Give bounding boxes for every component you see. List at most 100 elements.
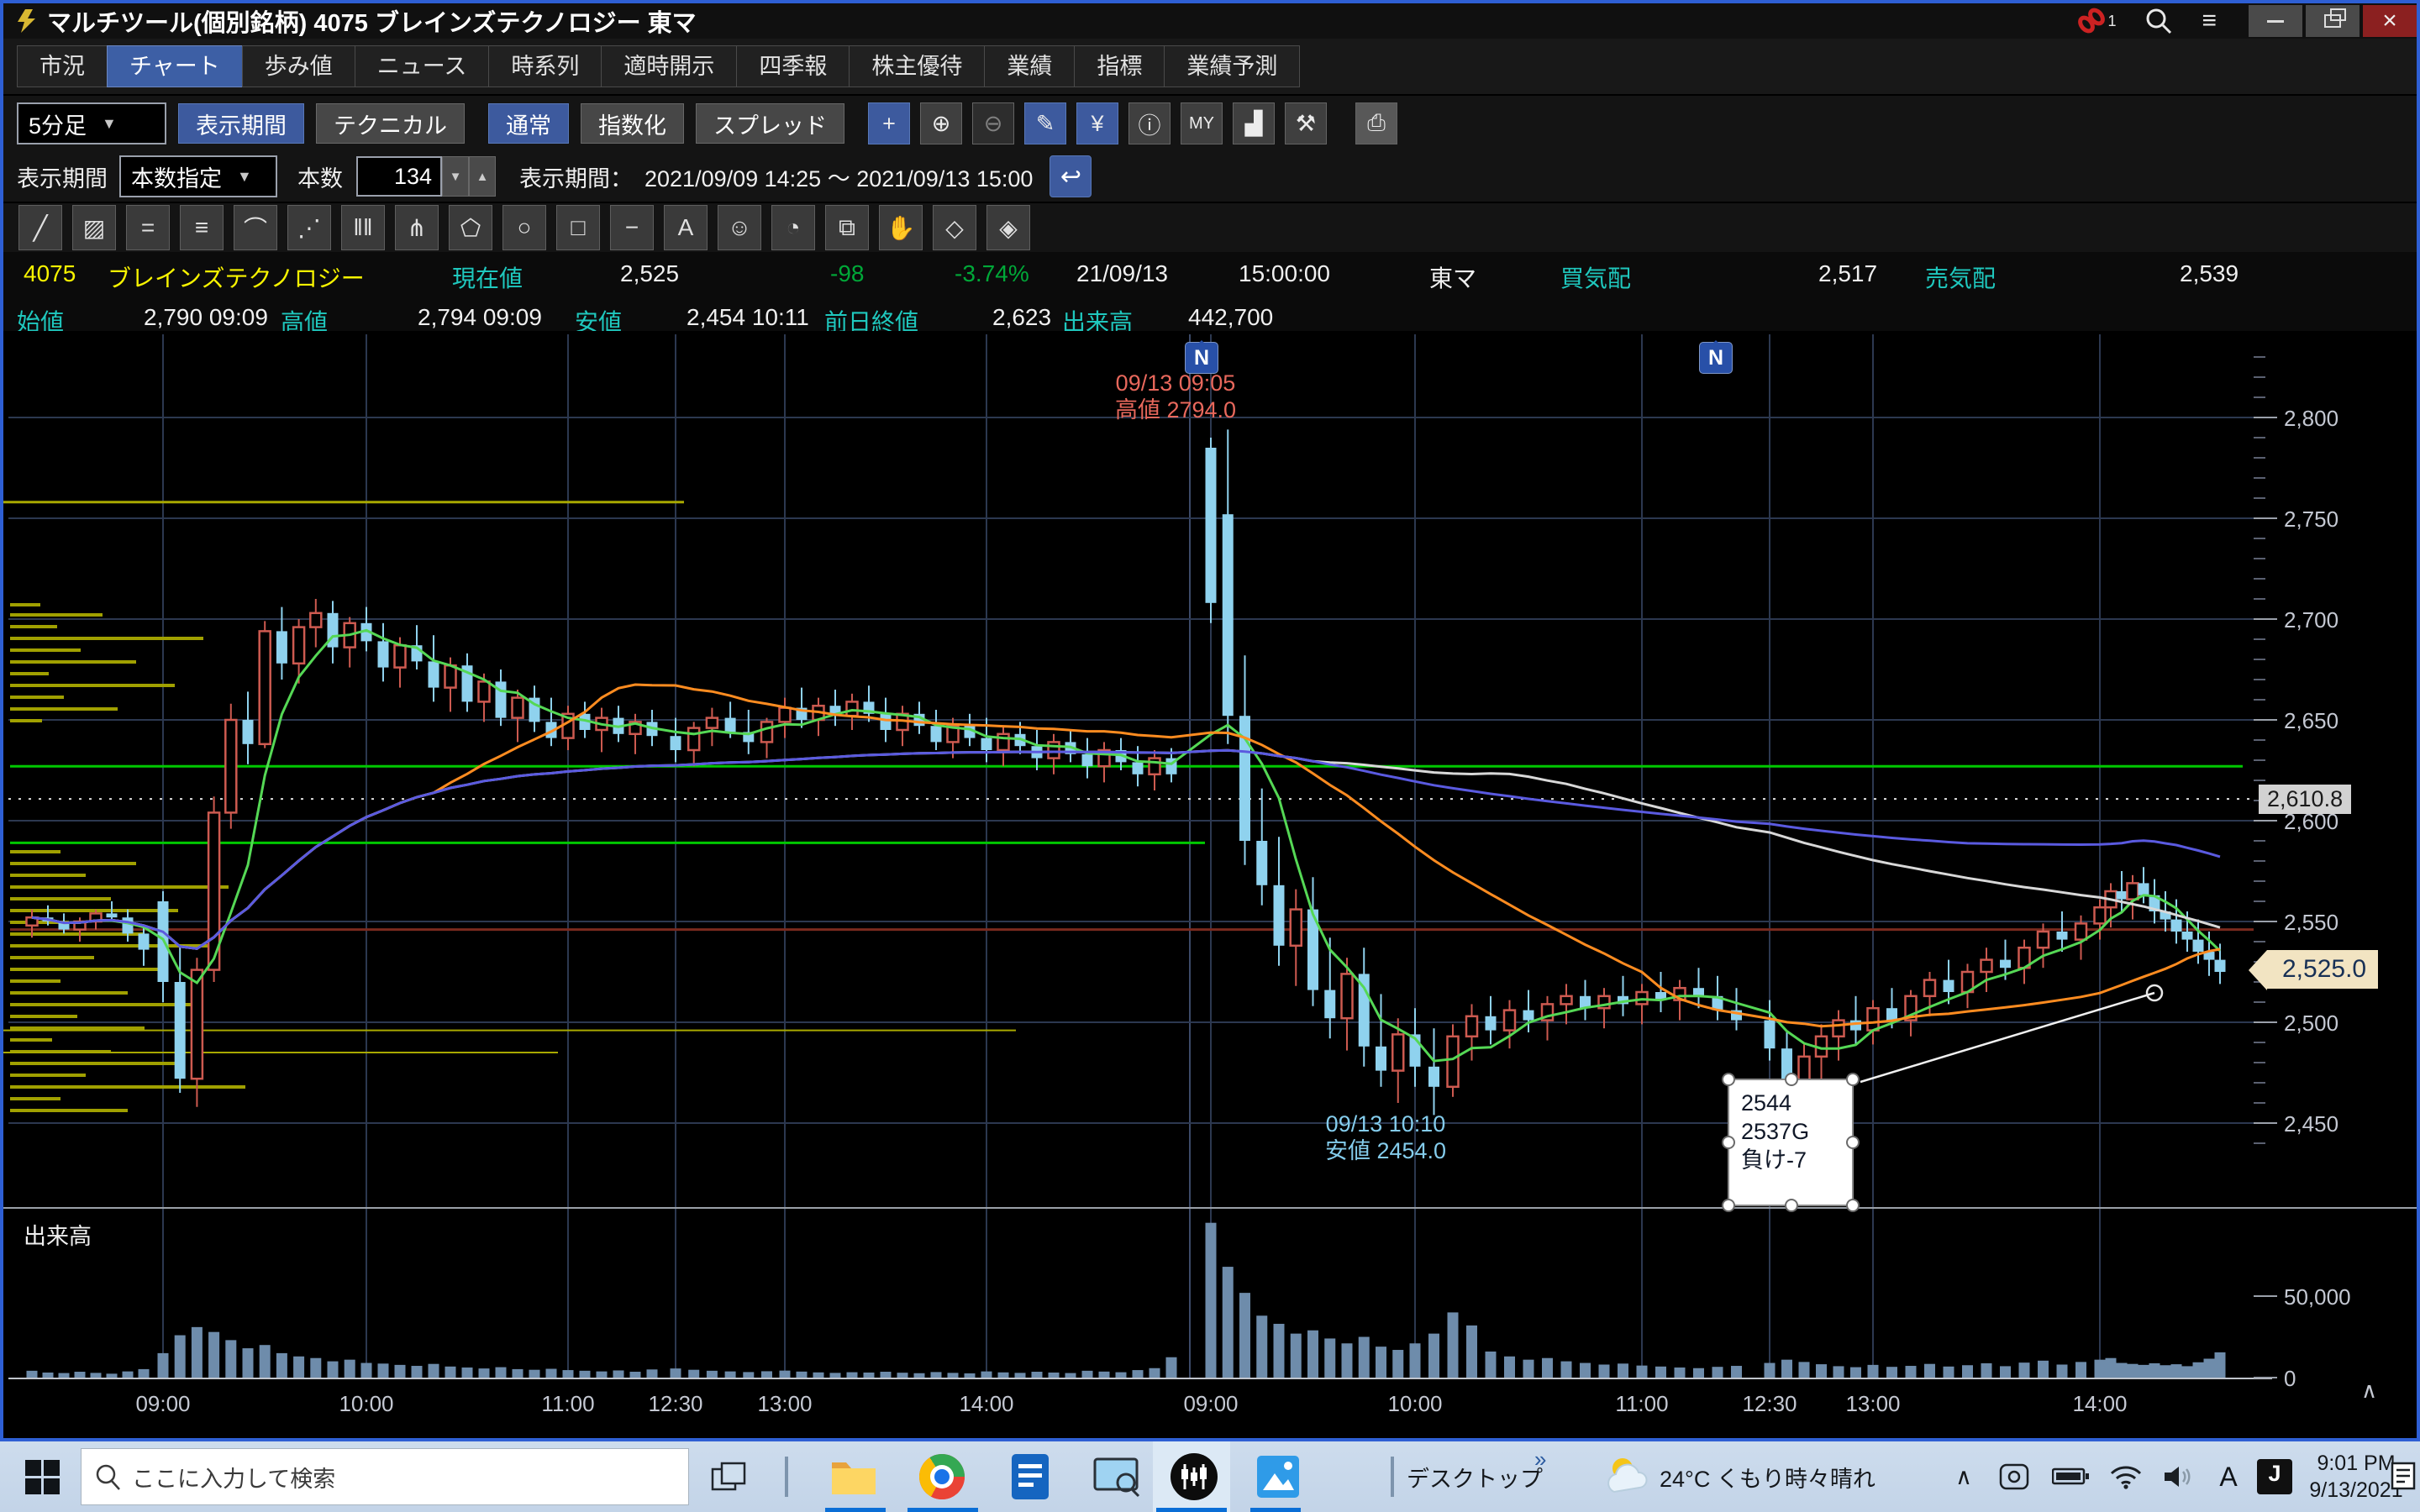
- task-view-button[interactable]: [706, 1441, 753, 1512]
- ellipse-tool[interactable]: ○: [502, 205, 546, 250]
- rectangle-tool[interactable]: □: [556, 205, 600, 250]
- resize-handle[interactable]: [1722, 1136, 1735, 1149]
- svg-text:09:00: 09:00: [1183, 1391, 1238, 1416]
- normal-button[interactable]: 通常: [488, 103, 569, 144]
- text-tool[interactable]: A: [664, 205, 708, 250]
- tab-yutai[interactable]: 株主優待: [849, 45, 985, 87]
- spread-button[interactable]: スプレッド: [696, 103, 844, 144]
- note-line: 2537G: [1741, 1117, 1852, 1146]
- reload-button[interactable]: ↩: [1050, 155, 1092, 197]
- pitchfork-tool[interactable]: ⋔: [395, 205, 439, 250]
- search-icon[interactable]: [2144, 7, 2173, 35]
- tab-jikeiretsu[interactable]: 時系列: [488, 45, 602, 87]
- minimize-button[interactable]: [2249, 5, 2302, 37]
- news-marker-icon[interactable]: N: [1699, 342, 1733, 374]
- tab-shikyo[interactable]: 市況: [17, 45, 108, 87]
- svg-text:09:00: 09:00: [135, 1391, 190, 1416]
- battery-icon[interactable]: [2049, 1441, 2092, 1512]
- resize-handle[interactable]: [1846, 1199, 1860, 1212]
- tab-yosoku[interactable]: 業績予測: [1164, 45, 1300, 87]
- device-icon[interactable]: [1993, 1441, 2035, 1512]
- eraser-all-tool[interactable]: ◈: [986, 205, 1030, 250]
- pencil-icon[interactable]: ✎: [1024, 102, 1066, 144]
- resize-handle[interactable]: [1785, 1073, 1798, 1086]
- crosshair-icon[interactable]: +: [868, 102, 910, 144]
- start-button[interactable]: [17, 1441, 67, 1512]
- ask-price: 2,539: [2180, 260, 2238, 287]
- wrench-icon[interactable]: ⚒: [1285, 102, 1327, 144]
- count-label: 本数: [297, 160, 343, 193]
- hand-tool[interactable]: ✋: [879, 205, 923, 250]
- menu-icon[interactable]: ≡: [2202, 7, 2217, 35]
- yen-icon[interactable]: ¥: [1076, 102, 1118, 144]
- resize-handle[interactable]: [1785, 1199, 1798, 1212]
- tab-ayumine[interactable]: 歩み値: [242, 45, 355, 87]
- indexed-button[interactable]: 指数化: [581, 103, 684, 144]
- tab-chart[interactable]: チャート: [107, 45, 243, 87]
- close-button[interactable]: ×: [2363, 5, 2417, 37]
- mail-app-icon[interactable]: [1004, 1441, 1056, 1512]
- note-line: 負け-7: [1741, 1146, 1852, 1174]
- resize-handle[interactable]: [1722, 1073, 1735, 1086]
- tab-gyoseki[interactable]: 業績: [984, 45, 1075, 87]
- toolbar-expand-chevron[interactable]: »: [1534, 1446, 1546, 1473]
- area-chart-icon[interactable]: ▟: [1233, 102, 1275, 144]
- trend-line-tool[interactable]: ╱: [18, 205, 62, 250]
- photos-app-icon[interactable]: [1252, 1441, 1304, 1512]
- zoom-in-icon[interactable]: ⊕: [920, 102, 962, 144]
- horizontal-2-lines-tool[interactable]: =: [126, 205, 170, 250]
- time-marker-tool[interactable]: ◔: [771, 205, 815, 250]
- zoom-out-icon[interactable]: ⊖: [972, 102, 1014, 144]
- screen-capture-icon[interactable]: [1091, 1441, 1143, 1512]
- count-mode-select[interactable]: 本数指定 ▼: [119, 155, 277, 197]
- ime-language-indicator[interactable]: A: [2210, 1441, 2247, 1512]
- count-down-button[interactable]: ▼: [442, 156, 469, 197]
- fan-line-tool[interactable]: ⋰: [287, 205, 331, 250]
- ma-value-badge: 2,610.8: [2259, 785, 2351, 814]
- tab-news[interactable]: ニュース: [355, 45, 490, 87]
- trading-app-icon[interactable]: [1168, 1441, 1220, 1512]
- resize-handle[interactable]: [1722, 1199, 1735, 1212]
- action-center-icon[interactable]: [2388, 1441, 2420, 1512]
- pentagon-tool[interactable]: ⬠: [449, 205, 492, 250]
- tab-shihyo[interactable]: 指標: [1074, 45, 1165, 87]
- fibonacci-arc-tool[interactable]: ⌒: [234, 205, 277, 250]
- svg-text:50,000: 50,000: [2284, 1284, 2351, 1310]
- wifi-icon[interactable]: [2105, 1441, 2147, 1512]
- weather-text[interactable]: 24°C くもり時々晴れ: [1660, 1441, 1937, 1512]
- my-chart-icon[interactable]: MY: [1181, 102, 1223, 144]
- segment-tool[interactable]: −: [610, 205, 654, 250]
- parallel-line-tool[interactable]: ▨: [72, 205, 116, 250]
- print-icon[interactable]: ⎙: [1355, 102, 1397, 144]
- count-input[interactable]: 134: [356, 156, 442, 197]
- eraser-tool[interactable]: ◇: [933, 205, 976, 250]
- taskbar-search-input[interactable]: ここに入力して検索: [81, 1448, 689, 1505]
- restore-button[interactable]: [2306, 5, 2360, 37]
- resize-handle[interactable]: [1846, 1136, 1860, 1149]
- interval-select[interactable]: 5分足 ▼: [17, 102, 166, 144]
- svg-text:10:00: 10:00: [1387, 1391, 1442, 1416]
- weather-icon[interactable]: [1601, 1441, 1655, 1512]
- count-up-button[interactable]: ▲: [469, 156, 496, 197]
- drawing-toolbar: ╱▨=≡⌒⋰‖‖⋔⬠○□−A☺◔⧉✋◇◈: [3, 203, 2417, 252]
- count-mode-value: 本数指定: [131, 160, 222, 193]
- tab-tekijikaiji[interactable]: 適時開示: [601, 45, 737, 87]
- chrome-icon[interactable]: [916, 1441, 968, 1512]
- period-button[interactable]: 表示期間: [178, 103, 304, 144]
- resize-handle[interactable]: [1846, 1073, 1860, 1086]
- hidden-icons-chevron[interactable]: ∧: [1945, 1441, 1982, 1512]
- link-group-icon[interactable]: 1: [2077, 8, 2116, 34]
- copy-object-tool[interactable]: ⧉: [825, 205, 869, 250]
- info-icon[interactable]: ⓘ: [1128, 102, 1171, 144]
- file-explorer-icon[interactable]: [828, 1441, 880, 1512]
- speaker-icon[interactable]: [2158, 1441, 2200, 1512]
- price-volume-chart[interactable]: 2,8002,7502,7002,6502,6002,5502,5002,450…: [3, 331, 2417, 1423]
- tab-shikiho[interactable]: 四季報: [736, 45, 850, 87]
- technical-button[interactable]: テクニカル: [316, 103, 465, 144]
- vertical-lines-tool[interactable]: ‖‖: [341, 205, 385, 250]
- icon-stamp-tool[interactable]: ☺: [718, 205, 761, 250]
- note-box[interactable]: 2544 2537G 負け-7: [1728, 1079, 1854, 1206]
- svg-text:11:00: 11:00: [1615, 1391, 1668, 1416]
- horizontal-3-lines-tool[interactable]: ≡: [180, 205, 224, 250]
- desktop-toolbar[interactable]: デスクトップ: [1412, 1441, 1538, 1512]
